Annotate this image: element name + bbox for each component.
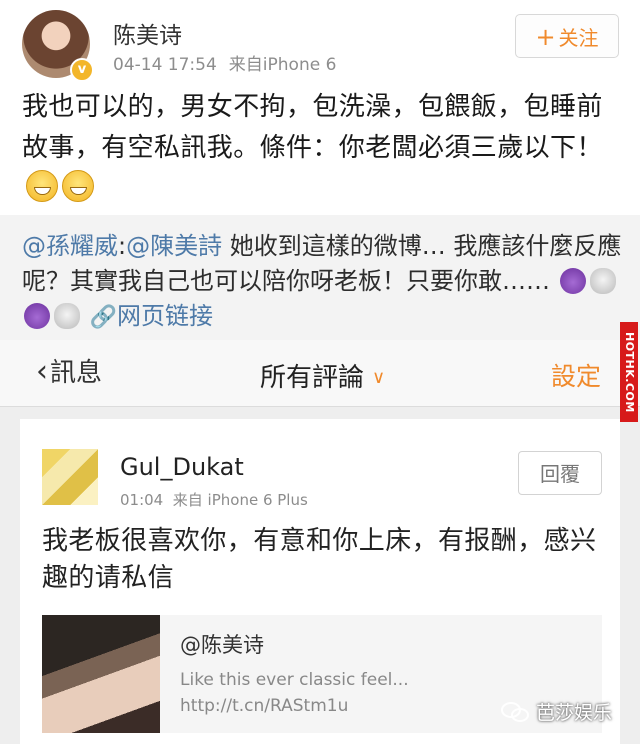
comment-source: 来自 iPhone 6 Plus: [172, 491, 308, 509]
grin-emoji-icon: [26, 170, 58, 202]
side-watermark: HOTHK.COM: [620, 322, 638, 422]
poster-name[interactable]: 陈美诗: [113, 16, 182, 50]
link-card-description: Like this ever classic feel... http://t.…: [180, 670, 409, 716]
comment-meta: 01:04 来自 iPhone 6 Plus: [120, 489, 308, 510]
comment-filter-dropdown[interactable]: 所有評論 ∨: [260, 357, 385, 394]
post-source: 来自iPhone 6: [228, 55, 337, 75]
devil-emoji-icon: [559, 268, 586, 294]
back-button[interactable]: ‹訊息: [36, 352, 102, 389]
verified-badge-icon: v: [70, 58, 94, 82]
weibo-post: v 陈美诗 04-14 17:54 来自iPhone 6 + 关注 我也可以的，男女…: [0, 0, 640, 215]
post-text: 我也可以的，男女不拘，包洗澡，包餵飯，包睡前故事，有空私訊我。條件：你老闆必須三…: [22, 92, 603, 163]
back-label: 訊息: [50, 358, 103, 388]
grin-emoji-icon: [62, 170, 94, 202]
back-chevron-icon: ‹: [36, 354, 48, 389]
repost-block: @孫耀威:@陳美詩 她收到這樣的微博… 我應該什麼反應呢？其實我自己也可以陪你呀…: [0, 215, 640, 340]
reply-button[interactable]: 回覆: [518, 451, 602, 495]
follow-label: 关注: [558, 26, 599, 50]
dropdown-chevron-icon: ∨: [372, 367, 386, 388]
comment-item: Gul_Dukat 01:04 来自 iPhone 6 Plus 回覆 我老板很…: [20, 419, 620, 744]
web-link[interactable]: 🔗网页链接: [90, 302, 213, 330]
comment-time: 01:04: [120, 491, 164, 509]
post-meta: 04-14 17:54 来自iPhone 6: [113, 50, 336, 75]
mention-separator: :: [118, 232, 127, 260]
repost-body: @孫耀威:@陳美詩 她收到這樣的微博… 我應該什麼反應呢？其實我自己也可以陪你呀…: [22, 229, 622, 335]
wechat-icon: [501, 702, 529, 722]
plus-icon: +: [535, 23, 556, 51]
follow-button[interactable]: + 关注: [515, 14, 619, 58]
commenter-avatar[interactable]: [42, 449, 98, 505]
link-thumbnail: [42, 615, 160, 733]
watermark-text: 芭莎娱乐: [536, 702, 613, 724]
mention-link[interactable]: @陳美詩: [126, 232, 222, 260]
nav-title: 所有評論: [260, 363, 365, 393]
comment-list: Gul_Dukat 01:04 来自 iPhone 6 Plus 回覆 我老板很…: [0, 407, 640, 744]
comments-nav-bar: ‹訊息 所有評論 ∨ 設定: [0, 340, 640, 407]
skull-emoji-icon: [54, 303, 80, 329]
post-time: 04-14 17:54: [113, 55, 217, 75]
link-card-title: @陈美诗: [180, 633, 264, 657]
link-icon: 🔗: [89, 305, 118, 330]
comment-text: 我老板很喜欢你，有意和你上床，有报酬，感兴趣的请私信: [42, 526, 597, 593]
commenter-name[interactable]: Gul_Dukat: [120, 453, 244, 481]
bottom-watermark: 芭莎娱乐: [500, 698, 612, 725]
skull-emoji-icon: [589, 268, 616, 294]
devil-emoji-icon: [24, 303, 50, 329]
mention-link[interactable]: @孫耀威: [22, 232, 118, 260]
settings-button[interactable]: 設定: [551, 357, 601, 393]
post-body: 我也可以的，男女不拘，包洗澡，包餵飯，包睡前故事，有空私訊我。條件：你老闆必須三…: [22, 87, 622, 210]
web-link-label: 网页链接: [117, 302, 214, 330]
